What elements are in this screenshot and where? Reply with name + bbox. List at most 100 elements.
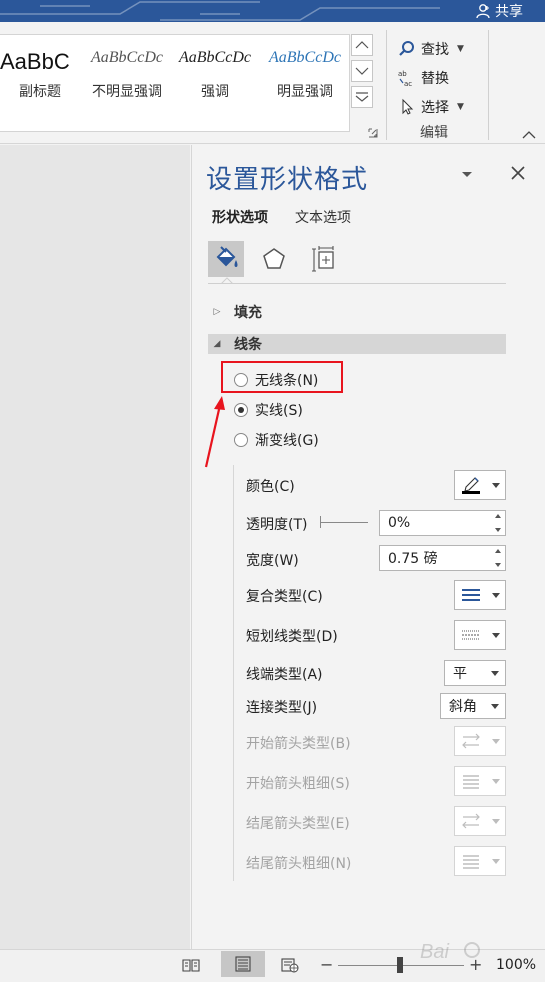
chevron-down-icon xyxy=(492,738,500,744)
fill-section-header[interactable]: ▷ 填充 xyxy=(208,302,506,322)
transparency-label: 透明度(T) xyxy=(246,517,308,533)
style-emphasis[interactable]: AaBbCcDc 强调 xyxy=(172,35,258,121)
annotation-highlight-box xyxy=(221,361,343,393)
share-label: 共享 xyxy=(495,4,523,20)
width-label: 宽度(W) xyxy=(246,553,299,569)
find-button[interactable]: 查找 ▼ xyxy=(398,34,484,63)
radio-button[interactable] xyxy=(234,433,248,447)
collapse-triangle-icon: ◢ xyxy=(213,339,221,349)
gallery-more-button[interactable] xyxy=(351,86,373,108)
width-input[interactable]: 0.75 磅 xyxy=(379,545,506,571)
join-type-label: 连接类型(J) xyxy=(246,700,318,716)
compound-lines-icon xyxy=(462,589,480,601)
arrow-size-icon xyxy=(463,775,479,789)
radio-button-checked[interactable] xyxy=(234,403,248,417)
print-layout-button[interactable] xyxy=(221,951,265,977)
collapse-ribbon-icon[interactable] xyxy=(522,130,536,140)
tab-shape-options[interactable]: 形状选项 xyxy=(212,207,268,227)
style-name: 明显强调 xyxy=(277,84,333,100)
gallery-down-button[interactable] xyxy=(351,60,373,82)
line-section-header[interactable]: ◢ 线条 xyxy=(208,334,506,354)
width-value: 0.75 磅 xyxy=(388,551,438,567)
dropdown-caret-icon: ▼ xyxy=(457,43,464,54)
pen-color-icon xyxy=(462,477,480,494)
style-sample: AaBbCcDc xyxy=(91,49,163,66)
size-layout-tab-button[interactable] xyxy=(306,241,342,277)
chevron-down-icon xyxy=(491,704,499,709)
replace-icon: ab ac xyxy=(398,70,412,87)
chevron-down-icon xyxy=(492,858,500,864)
fill-line-tab-button[interactable] xyxy=(208,241,244,277)
zoom-slider-thumb[interactable] xyxy=(397,957,403,973)
effects-tab-button[interactable] xyxy=(256,241,292,277)
spin-down-icon[interactable] xyxy=(495,563,501,567)
style-subtitle[interactable]: AaBbC 副标题 xyxy=(0,35,80,121)
size-properties-icon xyxy=(312,246,334,272)
spin-up-icon[interactable] xyxy=(495,549,501,553)
annotation-arrow-icon xyxy=(204,396,225,468)
chevron-down-icon xyxy=(492,482,500,488)
begin-arrow-size-label: 开始箭头粗细(S) xyxy=(246,776,350,792)
styles-gallery: AaBbC 副标题 AaBbCcDc 不明显强调 AaBbCcDc 强调 AaB… xyxy=(0,34,350,132)
tab-text-options[interactable]: 文本选项 xyxy=(295,207,351,227)
fill-section-label: 填充 xyxy=(234,305,262,321)
share-button[interactable]: 共享 xyxy=(475,1,523,21)
chevron-down-icon xyxy=(492,818,500,824)
svg-text:Bai: Bai xyxy=(420,941,449,963)
solid-line-radio[interactable]: 实线(S) xyxy=(234,399,303,421)
title-bar-pattern xyxy=(0,1,440,21)
gallery-scroll xyxy=(351,34,373,132)
pane-options-icon[interactable] xyxy=(460,169,474,179)
search-icon xyxy=(399,40,414,56)
begin-arrow-type-picker xyxy=(454,726,506,756)
transparency-value: 0% xyxy=(388,515,411,531)
spin-up-icon[interactable] xyxy=(495,514,501,518)
replace-label: 替换 xyxy=(421,70,449,87)
style-name: 副标题 xyxy=(19,84,61,100)
dialog-launcher-icon[interactable] xyxy=(368,128,378,138)
document-area[interactable] xyxy=(0,145,190,949)
expand-gallery-icon xyxy=(355,92,369,102)
style-sample: AaBbC xyxy=(0,49,70,74)
compound-type-picker[interactable] xyxy=(454,580,506,610)
line-color-picker[interactable] xyxy=(454,470,506,500)
chevron-down-icon xyxy=(492,632,500,638)
line-section-label: 线条 xyxy=(234,337,262,353)
style-sample: AaBbCcDc xyxy=(269,49,341,66)
style-subtle-emphasis[interactable]: AaBbCcDc 不明显强调 xyxy=(84,35,170,121)
replace-button[interactable]: ab ac 替换 xyxy=(398,63,484,92)
pentagon-icon xyxy=(263,248,285,269)
transparency-slider[interactable] xyxy=(320,516,368,528)
chevron-up-icon xyxy=(355,41,369,49)
chevron-down-icon xyxy=(355,67,369,75)
web-layout-button[interactable] xyxy=(279,955,301,975)
web-layout-icon xyxy=(281,958,299,973)
person-icon xyxy=(476,4,490,19)
dash-type-picker[interactable] xyxy=(454,620,506,650)
cap-type-value: 平 xyxy=(453,666,467,682)
end-arrow-type-picker xyxy=(454,806,506,836)
end-arrow-size-picker xyxy=(454,846,506,876)
begin-arrow-type-label: 开始箭头类型(B) xyxy=(246,736,351,752)
read-mode-button[interactable] xyxy=(180,955,202,975)
close-icon[interactable] xyxy=(510,165,526,181)
dropdown-caret-icon: ▼ xyxy=(457,101,464,112)
gallery-up-button[interactable] xyxy=(351,34,373,56)
arrow-type-icon xyxy=(462,733,480,749)
title-bar: 共享 xyxy=(0,0,545,22)
zoom-out-button[interactable]: − xyxy=(320,955,333,974)
divider xyxy=(208,283,506,284)
gradient-line-radio[interactable]: 渐变线(G) xyxy=(234,429,319,451)
join-type-dropdown[interactable]: 斜角 xyxy=(440,693,506,719)
spin-down-icon[interactable] xyxy=(495,528,501,532)
ribbon-separator xyxy=(488,30,489,140)
chevron-down-icon xyxy=(491,671,499,676)
radio-label: 渐变线(G) xyxy=(255,433,319,449)
paint-bucket-icon xyxy=(216,246,238,267)
dash-type-label: 短划线类型(D) xyxy=(246,629,338,645)
transparency-input[interactable]: 0% xyxy=(379,510,506,536)
chevron-down-icon xyxy=(492,778,500,784)
select-button[interactable]: 选择 ▼ xyxy=(398,92,484,121)
style-intense-emphasis[interactable]: AaBbCcDc 明显强调 xyxy=(262,35,348,121)
cap-type-dropdown[interactable]: 平 xyxy=(444,660,506,686)
